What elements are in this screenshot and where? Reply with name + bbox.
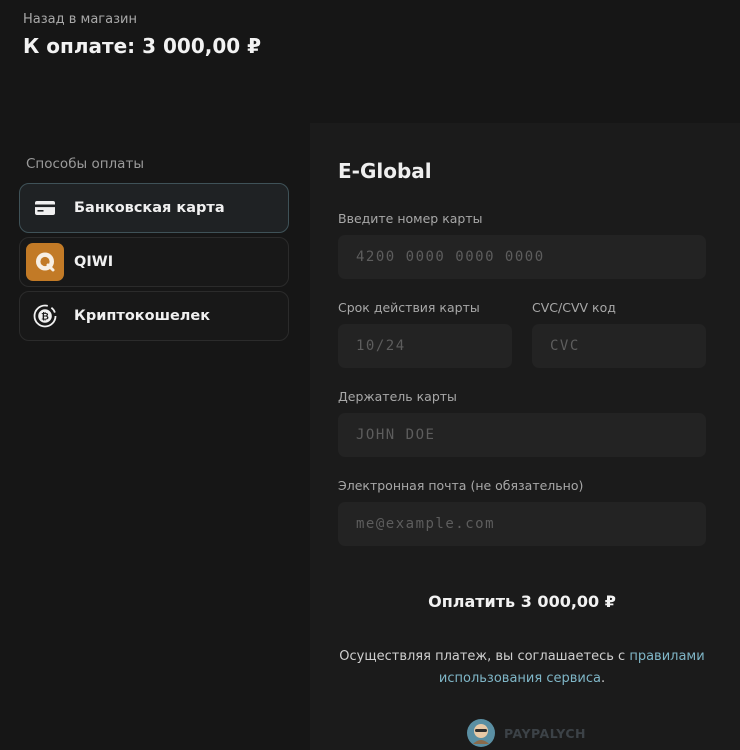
email-label: Электронная почта (не обязательно) [338,478,584,493]
bitcoin-icon: ₿ [26,297,64,335]
method-label: Криптокошелек [74,308,211,324]
card-number-label: Введите номер карты [338,211,483,226]
terms-notice: Осуществляя платеж, вы соглашаетесь с пр… [330,646,714,690]
email-input[interactable] [338,502,706,546]
method-qiwi[interactable]: QIWI [19,237,289,287]
qiwi-logo-icon [26,243,64,281]
card-holder-input[interactable] [338,413,706,457]
amount-due-title: К оплате: 3 000,00 ₽ [23,34,262,58]
back-to-shop-link[interactable]: Назад в магазин [23,12,137,27]
cvc-label: CVC/CVV код [532,300,616,315]
credit-card-icon [26,189,64,227]
card-number-input[interactable] [338,235,706,279]
gateway-title: E-Global [338,159,432,183]
svg-text:₿: ₿ [41,312,49,323]
payment-methods-heading: Способы оплаты [26,156,144,172]
method-label: QIWI [74,254,114,270]
method-label: Банковская карта [74,200,225,216]
terms-period: . [600,671,606,686]
terms-text: Осуществляя платеж, вы соглашаетесь с [339,649,630,664]
method-bank-card[interactable]: Банковская карта [19,183,289,233]
provider-brand: PAYPALYCH [466,718,586,748]
paypalych-logo-icon [466,718,496,748]
expiry-input[interactable] [338,324,512,368]
expiry-label: Срок действия карты [338,300,480,315]
cvc-input[interactable] [532,324,706,368]
method-crypto-wallet[interactable]: ₿ Криптокошелек [19,291,289,341]
pay-button[interactable]: Оплатить 3 000,00 ₽ [338,580,706,622]
card-holder-label: Держатель карты [338,389,457,404]
brand-name: PAYPALYCH [504,725,586,741]
